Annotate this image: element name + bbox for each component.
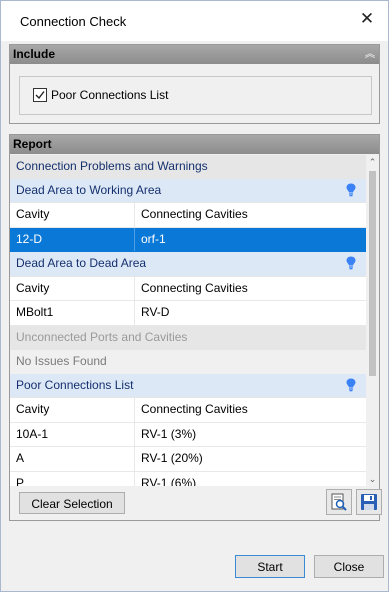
column-header-connecting: Connecting Cavities [141,280,248,295]
connecting-cell: RV-D [141,305,170,319]
table-row[interactable]: 12-D orf-1 [10,227,366,252]
column-divider [134,447,135,471]
column-header-connecting: Connecting Cavities [141,207,248,221]
cavity-cell: P [16,475,25,487]
no-issues-message: No Issues Found [10,350,366,374]
table-header-row: Cavity Connecting Cavities [10,398,366,423]
report-list[interactable]: Connection Problems and Warnings Dead Ar… [10,155,366,486]
include-header-label: Include [13,47,56,61]
column-divider [134,422,135,446]
clear-selection-button[interactable]: Clear Selection [19,492,125,514]
section-title-label: Dead Area to Working Area [16,182,162,197]
report-panel: Report Connection Problems and Warnings … [9,134,380,521]
column-header-cavity: Cavity [16,280,50,295]
poor-connections-checkbox[interactable] [33,88,47,102]
column-divider [134,276,135,300]
section-poor-connections[interactable]: Poor Connections List [10,373,366,398]
checkmark-icon [35,91,45,100]
column-divider [134,471,135,486]
vertical-scrollbar[interactable]: ⌃ ⌄ [366,155,379,486]
column-header-connecting: Connecting Cavities [141,402,248,416]
table-row[interactable]: MBolt1 RV-D [10,301,366,326]
lightbulb-icon[interactable] [346,183,356,197]
save-button[interactable] [356,489,382,515]
scroll-down-arrow-icon[interactable]: ⌄ [366,472,379,486]
column-header-cavity: Cavity [16,207,50,221]
lightbulb-icon[interactable] [346,378,356,392]
poor-connections-label[interactable]: Poor Connections List [51,88,168,102]
cavity-cell: MBolt1 [16,305,54,319]
scroll-thumb[interactable] [369,171,376,376]
connecting-cell: orf-1 [141,231,166,246]
lightbulb-icon[interactable] [346,256,356,270]
window-title: Connection Check [20,14,127,29]
connecting-cell: RV-1 (20%) [141,451,203,465]
section-unconnected[interactable]: Unconnected Ports and Cavities [10,325,366,350]
include-options-box: Poor Connections List [19,76,372,115]
connection-check-dialog: Connection Check ✕ Include ︽ Poor Connec… [0,0,389,592]
table-header-row: Cavity Connecting Cavities [10,203,366,228]
cavity-cell: A [16,451,25,465]
section-title-label: Dead Area to Dead Area [16,256,147,270]
report-preview-button[interactable] [326,489,352,515]
report-panel-header: Report [10,135,379,154]
table-header-row: Cavity Connecting Cavities [10,276,366,301]
section-dead-to-dead[interactable]: Dead Area to Dead Area [10,252,366,277]
column-divider [134,301,135,325]
table-row[interactable]: 10A-1 RV-1 (3%) [10,422,366,447]
report-header-label: Report [13,137,52,151]
column-divider [134,398,135,422]
include-panel: Include ︽ Poor Connections List [9,44,380,124]
table-row[interactable]: P RV-1 (6%) [10,471,366,487]
status-text: No Issues Found [16,354,107,368]
start-button[interactable]: Start [235,555,305,578]
include-panel-header[interactable]: Include ︽ [10,45,379,64]
connecting-cell: RV-1 (3%) [141,426,197,441]
column-header-cavity: Cavity [16,402,50,416]
title-bar[interactable]: Connection Check ✕ [1,1,388,41]
group-title: Connection Problems and Warnings [10,155,366,179]
close-icon[interactable]: ✕ [356,8,378,30]
scroll-up-arrow-icon[interactable]: ⌃ [366,155,379,169]
section-dead-to-working[interactable]: Dead Area to Working Area [10,178,366,203]
section-title-label: Unconnected Ports and Cavities [16,329,188,344]
column-divider [134,227,135,251]
section-title-label: Poor Connections List [16,377,134,392]
connecting-cell: RV-1 (6%) [141,475,197,487]
report-preview-icon [331,493,347,511]
save-icon [361,494,377,510]
group-title-label: Connection Problems and Warnings [16,159,208,173]
column-divider [134,203,135,227]
cavity-cell: 12-D [16,231,43,246]
table-row[interactable]: A RV-1 (20%) [10,447,366,472]
cavity-cell: 10A-1 [16,426,49,441]
close-button[interactable]: Close [314,555,384,578]
double-chevron-up-icon[interactable]: ︽ [365,45,375,64]
